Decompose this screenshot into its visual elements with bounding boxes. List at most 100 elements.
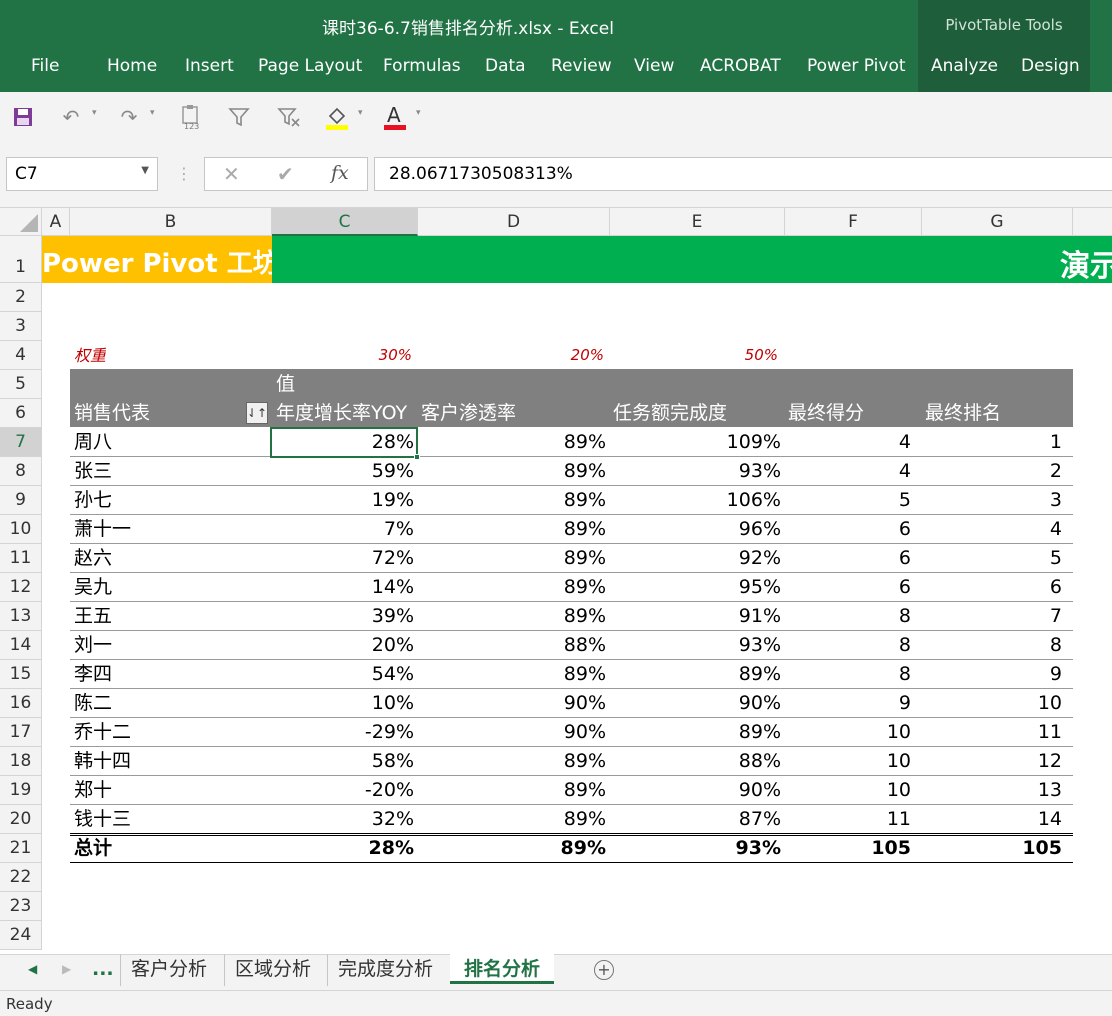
row-header[interactable]: 7 bbox=[0, 428, 42, 457]
rank-cell[interactable]: 13 bbox=[922, 776, 1062, 805]
completion-cell[interactable]: 93% bbox=[610, 631, 781, 660]
row-header[interactable]: 23 bbox=[0, 892, 42, 921]
score-cell[interactable]: 9 bbox=[785, 689, 911, 718]
yoy-cell[interactable]: -20% bbox=[272, 776, 414, 805]
undo-dropdown-icon[interactable]: ▾ bbox=[92, 108, 97, 118]
clear-filter-icon[interactable] bbox=[276, 104, 302, 130]
tab-acrobat[interactable]: ACROBAT bbox=[700, 56, 781, 76]
completion-cell[interactable]: 95% bbox=[610, 573, 781, 602]
row-header[interactable]: 8 bbox=[0, 457, 42, 486]
rep-cell[interactable]: 钱十三 bbox=[74, 805, 264, 834]
completion-cell[interactable]: 90% bbox=[610, 689, 781, 718]
row-header[interactable]: 6 bbox=[0, 399, 42, 428]
row-header[interactable]: 11 bbox=[0, 544, 42, 573]
row-header[interactable]: 22 bbox=[0, 863, 42, 892]
sheet-tab-customer[interactable]: 客户分析 bbox=[120, 954, 217, 986]
fill-color-icon[interactable] bbox=[324, 104, 350, 130]
rep-cell[interactable]: 乔十二 bbox=[74, 718, 264, 747]
row-header[interactable]: 12 bbox=[0, 573, 42, 602]
score-cell[interactable]: 6 bbox=[785, 515, 911, 544]
rank-cell[interactable]: 11 bbox=[922, 718, 1062, 747]
row-header[interactable]: 18 bbox=[0, 747, 42, 776]
completion-cell[interactable]: 109% bbox=[610, 428, 781, 457]
score-cell[interactable]: 4 bbox=[785, 457, 911, 486]
yoy-cell[interactable]: 19% bbox=[272, 486, 414, 515]
yoy-cell[interactable]: 72% bbox=[272, 544, 414, 573]
rep-cell[interactable]: 王五 bbox=[74, 602, 264, 631]
rep-cell[interactable]: 孙七 bbox=[74, 486, 264, 515]
completion-cell[interactable]: 88% bbox=[610, 747, 781, 776]
rank-cell[interactable]: 8 bbox=[922, 631, 1062, 660]
sheet-tab-completion[interactable]: 完成度分析 bbox=[327, 954, 443, 986]
row-header[interactable]: 14 bbox=[0, 631, 42, 660]
scroll-left-icon[interactable]: ◀ bbox=[28, 962, 37, 976]
penetration-cell[interactable]: 89% bbox=[418, 776, 606, 805]
score-cell[interactable]: 8 bbox=[785, 660, 911, 689]
tab-formulas[interactable]: Formulas bbox=[383, 56, 461, 76]
completion-cell[interactable]: 106% bbox=[610, 486, 781, 515]
column-header-d[interactable]: D bbox=[418, 208, 610, 236]
sort-filter-dropdown-icon[interactable]: ⇃↑ bbox=[246, 402, 268, 424]
column-header-a[interactable]: A bbox=[42, 208, 70, 236]
penetration-cell[interactable]: 89% bbox=[418, 428, 606, 457]
column-header-e[interactable]: E bbox=[610, 208, 785, 236]
score-cell[interactable]: 8 bbox=[785, 631, 911, 660]
score-cell[interactable]: 10 bbox=[785, 718, 911, 747]
penetration-cell[interactable]: 88% bbox=[418, 631, 606, 660]
row-header[interactable]: 16 bbox=[0, 689, 42, 718]
score-cell[interactable]: 8 bbox=[785, 602, 911, 631]
penetration-cell[interactable]: 90% bbox=[418, 689, 606, 718]
completion-cell[interactable]: 93% bbox=[610, 457, 781, 486]
score-cell[interactable]: 4 bbox=[785, 428, 911, 457]
rank-cell[interactable]: 10 bbox=[922, 689, 1062, 718]
yoy-cell[interactable]: 7% bbox=[272, 515, 414, 544]
score-cell[interactable]: 11 bbox=[785, 805, 911, 834]
chevron-down-icon[interactable]: ▼ bbox=[141, 165, 149, 176]
row-header[interactable]: 9 bbox=[0, 486, 42, 515]
add-sheet-icon[interactable]: + bbox=[594, 960, 614, 980]
tab-power-pivot[interactable]: Power Pivot bbox=[807, 56, 906, 76]
save-icon[interactable] bbox=[10, 104, 36, 130]
active-cell-c7[interactable] bbox=[270, 427, 418, 458]
row-header[interactable]: 17 bbox=[0, 718, 42, 747]
score-cell[interactable]: 6 bbox=[785, 544, 911, 573]
yoy-cell[interactable]: -29% bbox=[272, 718, 414, 747]
completion-cell[interactable]: 87% bbox=[610, 805, 781, 834]
penetration-cell[interactable]: 89% bbox=[418, 515, 606, 544]
yoy-cell[interactable]: 54% bbox=[272, 660, 414, 689]
font-color-dropdown-icon[interactable]: ▾ bbox=[416, 108, 421, 118]
row-header[interactable]: 1 bbox=[0, 236, 42, 283]
more-sheets-button[interactable]: ... bbox=[82, 954, 124, 986]
yoy-cell[interactable]: 14% bbox=[272, 573, 414, 602]
row-header[interactable]: 2 bbox=[0, 283, 42, 312]
yoy-cell[interactable]: 10% bbox=[272, 689, 414, 718]
completion-cell[interactable]: 96% bbox=[610, 515, 781, 544]
completion-cell[interactable]: 92% bbox=[610, 544, 781, 573]
rank-cell[interactable]: 7 bbox=[922, 602, 1062, 631]
row-header[interactable]: 4 bbox=[0, 341, 42, 370]
rep-cell[interactable]: 李四 bbox=[74, 660, 264, 689]
rep-cell[interactable]: 郑十 bbox=[74, 776, 264, 805]
fill-handle[interactable] bbox=[414, 454, 420, 460]
cancel-icon[interactable]: ✕ bbox=[223, 162, 240, 186]
insert-function-icon[interactable]: fx bbox=[331, 162, 349, 184]
yoy-cell[interactable]: 59% bbox=[272, 457, 414, 486]
penetration-cell[interactable]: 89% bbox=[418, 602, 606, 631]
penetration-cell[interactable]: 89% bbox=[418, 573, 606, 602]
rank-cell[interactable]: 6 bbox=[922, 573, 1062, 602]
penetration-cell[interactable]: 89% bbox=[418, 457, 606, 486]
rank-cell[interactable]: 1 bbox=[922, 428, 1062, 457]
row-header[interactable]: 20 bbox=[0, 805, 42, 834]
select-all-corner[interactable] bbox=[0, 208, 42, 236]
tab-file[interactable]: File bbox=[31, 56, 59, 76]
column-header-c[interactable]: C bbox=[272, 208, 418, 236]
score-cell[interactable]: 10 bbox=[785, 776, 911, 805]
rep-cell[interactable]: 陈二 bbox=[74, 689, 264, 718]
sheet-tab-region[interactable]: 区域分析 bbox=[224, 954, 321, 986]
tab-analyze[interactable]: Analyze bbox=[931, 56, 998, 76]
rep-cell[interactable]: 周八 bbox=[74, 428, 264, 457]
enter-icon[interactable]: ✔ bbox=[277, 162, 294, 186]
rank-cell[interactable]: 9 bbox=[922, 660, 1062, 689]
row-header[interactable]: 5 bbox=[0, 370, 42, 399]
rank-cell[interactable]: 14 bbox=[922, 805, 1062, 834]
